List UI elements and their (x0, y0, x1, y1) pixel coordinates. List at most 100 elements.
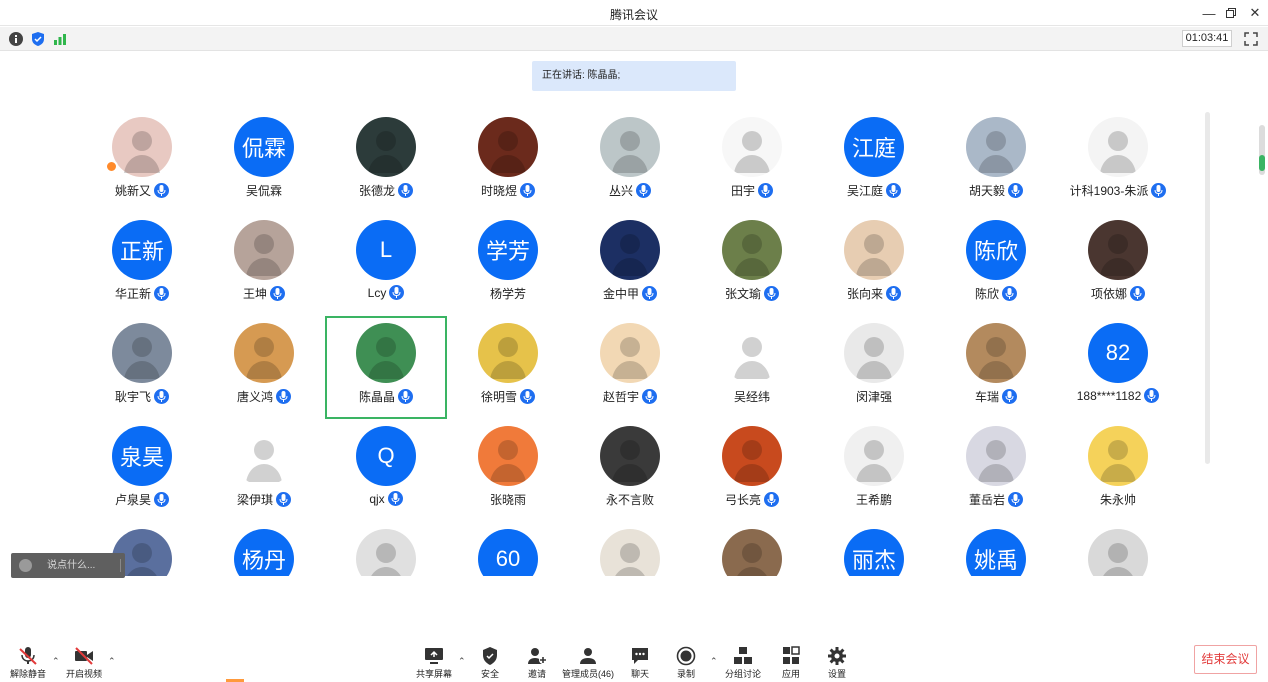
mic-icon (276, 389, 291, 404)
participant-tile[interactable]: 金中甲 (569, 213, 691, 316)
gallery-scrollbar[interactable] (1205, 112, 1210, 464)
participant-tile[interactable]: 陈晶晶 (325, 316, 447, 419)
participant-tile[interactable] (1057, 522, 1179, 576)
participant-name-row: 华正新 (81, 285, 203, 302)
participant-name-row: 姚新又 (81, 182, 203, 199)
emoji-icon[interactable] (19, 559, 32, 572)
share-screen-button[interactable]: 共享屏幕 (404, 646, 464, 680)
manage-members-button[interactable]: 管理成员(46) (558, 646, 618, 680)
fullscreen-icon[interactable] (1243, 31, 1259, 47)
participant-tile[interactable]: 张文瑜 (691, 213, 813, 316)
participant-tile[interactable]: 泉昊 卢泉昊 (81, 419, 203, 522)
minimize-icon[interactable]: — (1200, 4, 1218, 22)
participant-tile[interactable]: 82 188****1182 (1057, 316, 1179, 419)
participant-tile[interactable]: 胡天毅 (935, 110, 1057, 213)
participant-tile[interactable]: 董岳岩 (935, 419, 1057, 522)
mic-icon (398, 389, 413, 404)
participant-name: 弓长亮 (724, 493, 761, 507)
unmute-label: 解除静音 (9, 669, 46, 679)
participant-tile[interactable]: 车瑞 (935, 316, 1057, 419)
participant-name-row: 唐义鸿 (203, 388, 325, 405)
invite-user-icon (528, 648, 547, 664)
info-icon[interactable] (8, 31, 24, 47)
participant-tile[interactable]: L Lcy (325, 213, 447, 316)
participant-name-row: 胡天毅 (935, 182, 1057, 199)
end-meeting-button[interactable]: 结束会议 (1194, 645, 1257, 674)
participant-tile[interactable]: 计科1903-朱派 (1057, 110, 1179, 213)
start-video-button[interactable]: 开启视频 (54, 646, 114, 680)
participant-tile[interactable]: 杨丹 (203, 522, 325, 576)
participant-avatar: 泉昊 (112, 426, 172, 486)
participant-name: 吴经纬 (733, 390, 770, 404)
participant-tile[interactable]: 徐明雪 (447, 316, 569, 419)
page-scrollbar[interactable] (1259, 125, 1265, 175)
mic-icon (154, 389, 169, 404)
participant-tile[interactable]: 吴经纬 (691, 316, 813, 419)
mic-icon (154, 286, 169, 301)
participant-tile[interactable]: 60 (447, 522, 569, 576)
participant-tile[interactable]: 张晓雨 (447, 419, 569, 522)
participant-name: 姚新又 (114, 184, 151, 198)
participant-tile[interactable]: 时晓煜 (447, 110, 569, 213)
chat-quick-input[interactable]: 说点什么... (11, 553, 125, 578)
participant-name: 董岳岩 (968, 493, 1005, 507)
participant-tile[interactable]: 张德龙 (325, 110, 447, 213)
participant-tile[interactable]: 田宇 (691, 110, 813, 213)
record-button[interactable]: 录制 (656, 646, 716, 680)
avatar-initials: 正新 (119, 239, 164, 264)
participant-tile[interactable] (325, 522, 447, 576)
mic-icon (764, 286, 779, 301)
participant-avatar: 丽杰 (844, 529, 904, 576)
participant-name: 陈欣 (974, 287, 999, 301)
participant-tile[interactable]: 侃霖 吴侃霖 (203, 110, 325, 213)
participant-tile[interactable]: 唐义鸿 (203, 316, 325, 419)
participant-tile[interactable]: 学芳 杨学芳 (447, 213, 569, 316)
participant-tile[interactable]: 姚新又 (81, 110, 203, 213)
participant-tile[interactable]: 弓长亮 (691, 419, 813, 522)
participant-tile[interactable]: 正新 华正新 (81, 213, 203, 316)
close-icon[interactable]: ✕ (1246, 4, 1264, 22)
participant-tile[interactable]: 江庭 吴江庭 (813, 110, 935, 213)
unmute-button[interactable]: 解除静音 (0, 646, 58, 680)
participant-avatar: 江庭 (844, 117, 904, 177)
settings-label: 设置 (827, 669, 846, 679)
participant-tile[interactable]: 梁伊琪 (203, 419, 325, 522)
avatar-initials: 杨丹 (241, 548, 286, 573)
participant-tile[interactable]: 永不言败 (569, 419, 691, 522)
chat-divider (120, 559, 121, 572)
participant-tile[interactable]: Qqjx (325, 419, 447, 522)
video-options-caret-icon[interactable]: ⌃ (108, 656, 118, 666)
participant-tile[interactable]: 张向来 (813, 213, 935, 316)
participant-name-row: 时晓煜 (447, 182, 569, 199)
participant-tile[interactable]: 王坤 (203, 213, 325, 316)
participant-name: 唐义鸿 (236, 390, 273, 404)
restore-icon[interactable] (1222, 4, 1240, 22)
participant-tile[interactable]: 丽杰 (813, 522, 935, 576)
participant-name-row: 王希鹏 (813, 491, 935, 508)
participant-tile[interactable]: 耿宇飞 (81, 316, 203, 419)
participant-tile[interactable]: 朱永帅 (1057, 419, 1179, 522)
settings-button[interactable]: 设置 (807, 646, 867, 680)
signal-icon[interactable] (52, 31, 68, 47)
participant-name-row: 弓长亮 (691, 491, 813, 508)
participant-tile[interactable]: 丛兴 (569, 110, 691, 213)
participant-name-row: qjx (325, 491, 447, 506)
participant-tile[interactable]: 陈欣 陈欣 (935, 213, 1057, 316)
mic-icon (636, 183, 651, 198)
participant-tile[interactable]: 王希鹏 (813, 419, 935, 522)
participant-avatar (600, 529, 660, 576)
participant-tile[interactable]: 闵津强 (813, 316, 935, 419)
title-bar: 腾讯会议 — ✕ (0, 0, 1268, 26)
participant-tile[interactable]: 姚禹 (935, 522, 1057, 576)
speaking-indicator: 正在讲话: 陈晶晶; (532, 61, 736, 91)
participant-avatar (234, 426, 294, 486)
participant-tile[interactable]: 项依娜 (1057, 213, 1179, 316)
avatar-initials: 侃霖 (241, 136, 286, 161)
participant-tile[interactable] (691, 522, 813, 576)
participant-avatar: 正新 (112, 220, 172, 280)
page-scrollbar-thumb[interactable] (1259, 155, 1265, 171)
participant-name-row: 吴经纬 (691, 388, 813, 405)
participant-tile[interactable] (569, 522, 691, 576)
participant-tile[interactable]: 赵哲宇 (569, 316, 691, 419)
shield-icon[interactable] (30, 31, 46, 47)
